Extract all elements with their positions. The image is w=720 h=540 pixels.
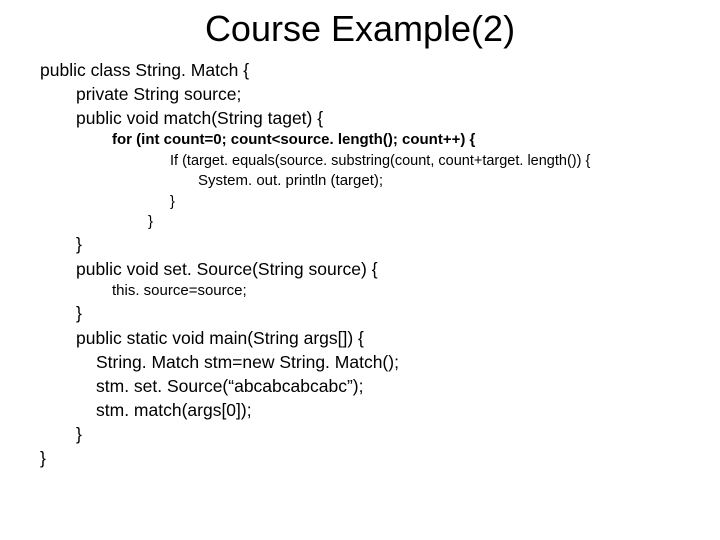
slide-title: Course Example(2) xyxy=(0,8,720,50)
code-line: System. out. println (target); xyxy=(40,171,720,192)
code-line: } xyxy=(40,232,720,256)
code-line: public void set. Source(String source) { xyxy=(40,257,720,281)
code-line: String. Match stm=new String. Match(); xyxy=(40,350,720,374)
code-line: this. source=source; xyxy=(40,281,720,302)
slide: Course Example(2) public class String. M… xyxy=(0,0,720,540)
code-line: } xyxy=(40,212,720,233)
code-line: stm. set. Source(“abcabcabcabc”); xyxy=(40,374,720,398)
code-line: } xyxy=(40,422,720,446)
code-block: public class String. Match { private Str… xyxy=(0,58,720,470)
code-line: public class String. Match { xyxy=(40,58,720,82)
code-line: } xyxy=(40,301,720,325)
code-line: private String source; xyxy=(40,82,720,106)
code-line: for (int count=0; count<source. length()… xyxy=(40,130,720,151)
code-line: If (target. equals(source. substring(cou… xyxy=(40,151,720,171)
code-line: } xyxy=(40,192,720,212)
code-line: public void match(String taget) { xyxy=(40,106,720,130)
code-line: public static void main(String args[]) { xyxy=(40,326,720,350)
code-line: stm. match(args[0]); xyxy=(40,398,720,422)
code-line: } xyxy=(40,446,720,470)
